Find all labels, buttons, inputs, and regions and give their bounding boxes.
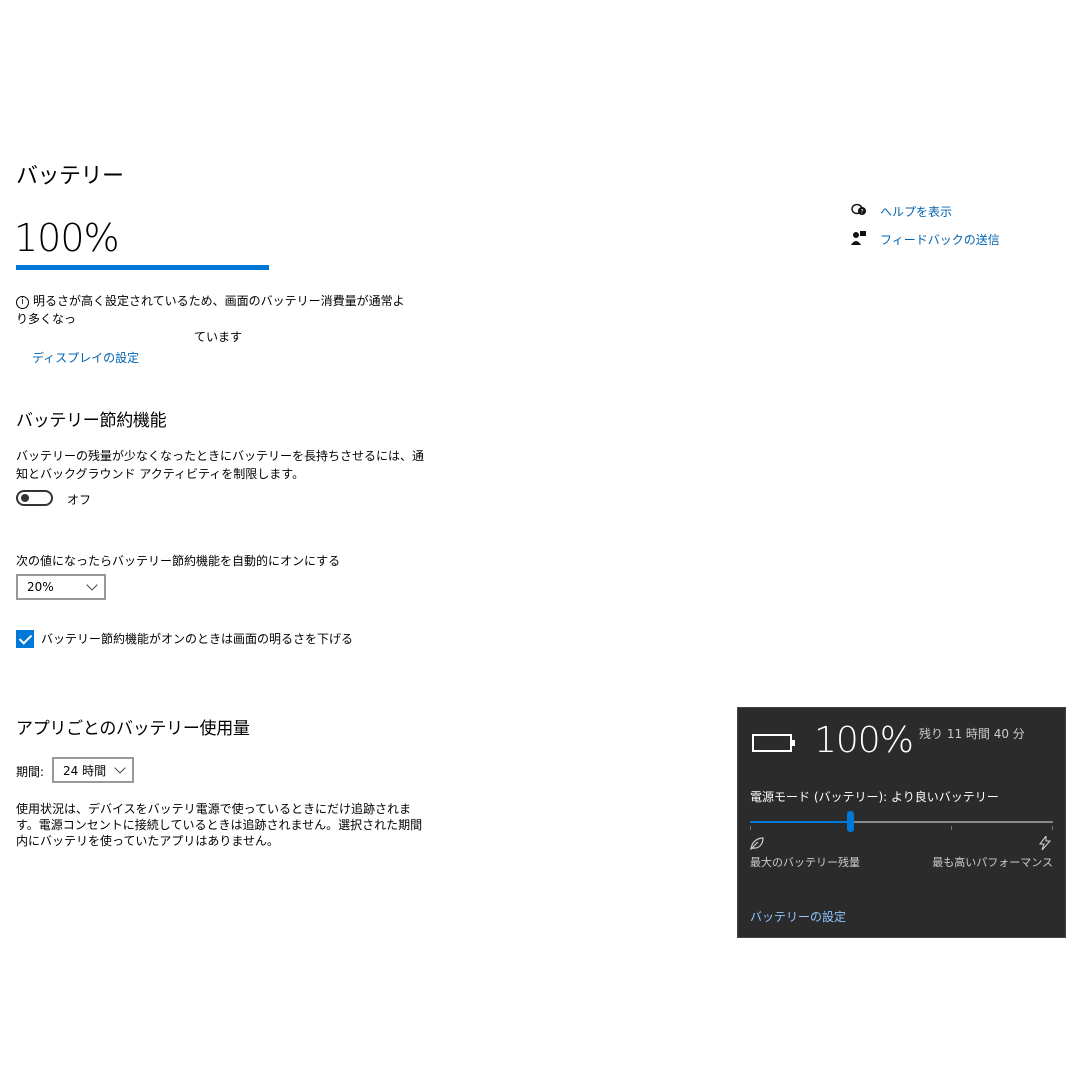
chevron-down-icon — [86, 579, 98, 591]
auto-threshold-label: 次の値になったらバッテリー節約機能を自動的にオンにする — [16, 554, 341, 568]
threshold-dropdown[interactable]: 20% — [16, 574, 106, 600]
toggle-state-label: オフ — [67, 493, 92, 507]
slider-fill — [750, 821, 850, 823]
help-link[interactable]: ヘルプを表示 — [880, 203, 952, 220]
battery-saver-description: バッテリーの残量が少なくなったときにバッテリーを長持ちさせるには、通知とバックグ… — [16, 449, 425, 481]
page-title: バッテリー — [16, 164, 124, 189]
battery-saver-toggle[interactable] — [16, 490, 53, 506]
period-value: 24 時間 — [63, 763, 107, 778]
info-icon: i — [16, 296, 29, 309]
brightness-warning: i 明るさが高く設定されているため、画面のバッテリー消費量が通常より多くなっ てい… — [16, 292, 416, 346]
threshold-value: 20% — [27, 580, 54, 594]
lightning-icon — [1038, 834, 1052, 854]
leaf-icon — [750, 837, 764, 854]
battery-saver-heading: バッテリー節約機能 — [16, 411, 167, 431]
slider-tick — [750, 826, 751, 830]
slider-tick — [951, 826, 952, 830]
warning-text-line1: 明るさが高く設定されているため、画面のバッテリー消費量が通常より多くなっ — [16, 294, 405, 326]
app-usage-description: 使用状況は、デバイスをバッテリ電源で使っているときにだけ追跡されます。電源コンセ… — [16, 802, 423, 848]
chevron-down-icon — [114, 762, 126, 774]
help-icon: ? — [851, 203, 867, 220]
slider-tick — [1052, 826, 1053, 830]
max-power-label: 最も高いパフォーマンス — [932, 856, 1053, 869]
power-mode-label: 電源モード (バッテリー): より良いバッテリー — [750, 790, 999, 804]
battery-flyout: 100% 残り 11 時間 40 分 電源モード (バッテリー): より良いバッ… — [738, 708, 1065, 937]
lower-brightness-label[interactable]: バッテリー節約機能がオンのときは画面の明るさを下げる — [41, 630, 353, 647]
battery-level-bar — [16, 265, 269, 270]
display-settings-link[interactable]: ディスプレイの設定 — [32, 349, 139, 366]
warning-text-line2: ています — [194, 330, 243, 344]
battery-nub — [792, 740, 795, 746]
toggle-knob — [21, 494, 29, 502]
min-power-label: 最大のバッテリー残量 — [750, 856, 860, 869]
svg-text:?: ? — [860, 209, 863, 216]
lower-brightness-checkbox[interactable] — [16, 630, 34, 648]
feedback-link[interactable]: フィードバックの送信 — [880, 231, 1000, 248]
feedback-icon — [851, 231, 867, 249]
period-label: 期間: — [16, 765, 45, 779]
battery-settings-link[interactable]: バッテリーの設定 — [750, 908, 846, 925]
battery-inner — [756, 738, 788, 748]
time-remaining: 残り 11 時間 40 分 — [919, 727, 1025, 741]
flyout-percent: 100% — [814, 720, 914, 761]
battery-level-fill — [16, 265, 269, 270]
slider-thumb[interactable] — [846, 811, 854, 832]
battery-percent: 100% — [14, 216, 120, 260]
battery-icon — [752, 734, 795, 752]
app-usage-heading: アプリごとのバッテリー使用量 — [16, 719, 250, 739]
period-dropdown[interactable]: 24 時間 — [52, 757, 134, 783]
power-mode-slider[interactable] — [750, 821, 1053, 823]
